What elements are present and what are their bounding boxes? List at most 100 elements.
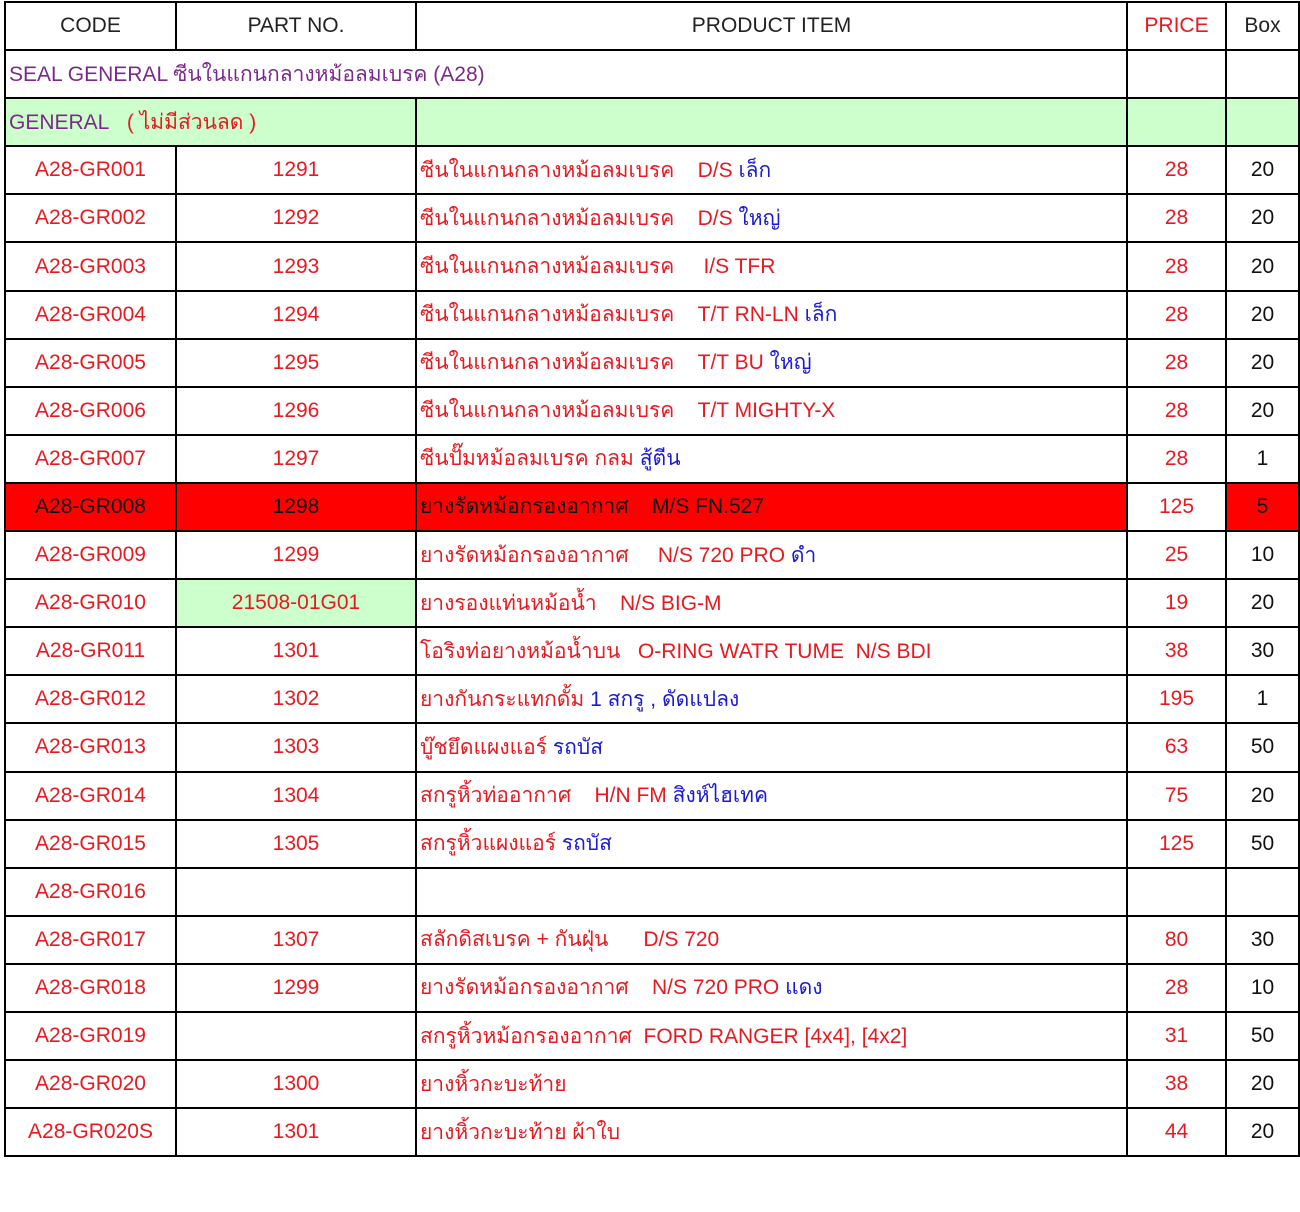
price-cell[interactable]: 28 — [1126, 145, 1227, 196]
part-no-cell[interactable]: 1296 — [175, 385, 417, 436]
box-cell[interactable]: 20 — [1225, 193, 1300, 244]
part-no-cell[interactable]: 1295 — [175, 337, 417, 388]
code-cell[interactable]: A28-GR005 — [4, 337, 177, 388]
price-cell[interactable]: 38 — [1126, 1059, 1227, 1110]
box-cell[interactable]: 10 — [1225, 530, 1300, 581]
title-box-cell[interactable] — [1225, 49, 1300, 100]
code-cell[interactable]: A28-GR008 — [4, 481, 177, 533]
product-item-cell[interactable]: ยางกันกระแทกดั้ม 1 สกรู , ดัดแปลง — [415, 674, 1128, 725]
section-box-cell[interactable] — [1225, 97, 1300, 148]
box-cell[interactable]: 20 — [1225, 289, 1300, 340]
box-cell[interactable]: 20 — [1225, 241, 1300, 292]
box-cell[interactable]: 10 — [1225, 962, 1300, 1013]
code-cell[interactable]: A28-GR001 — [4, 145, 177, 196]
price-cell[interactable]: 75 — [1126, 770, 1227, 821]
section-cell[interactable]: GENERAL ( ไม่มีส่วนลด ) — [4, 97, 417, 148]
code-cell[interactable]: A28-GR006 — [4, 385, 177, 436]
part-no-cell[interactable]: 1303 — [175, 722, 417, 773]
price-cell[interactable]: 28 — [1126, 289, 1227, 340]
price-cell[interactable]: 28 — [1126, 962, 1227, 1013]
product-item-cell[interactable]: ยางรัดหม้อกรองอากาศ N/S 720 PRO ดำ — [415, 530, 1128, 581]
box-cell[interactable]: 20 — [1225, 770, 1300, 821]
product-item-cell[interactable]: สกรูหิ้วหม้อกรองอากาศ FORD RANGER [4x4],… — [415, 1010, 1128, 1062]
section-price-cell[interactable] — [1126, 97, 1227, 148]
product-item-cell[interactable]: ยางรองแท่นหม้อน้ำ N/S BIG-M — [415, 578, 1128, 629]
part-no-cell[interactable]: 1302 — [175, 674, 417, 725]
product-item-cell[interactable]: ยางหิ้วกะบะท้าย ผ้าใบ — [415, 1107, 1128, 1158]
section-item-cell[interactable] — [415, 97, 1128, 148]
code-cell[interactable]: A28-GR013 — [4, 722, 177, 773]
product-item-cell[interactable]: ซีนในแกนกลางหม้อลมเบรค T/T RN-LN เล็ก — [415, 289, 1128, 340]
price-cell[interactable]: 28 — [1126, 193, 1227, 244]
product-item-cell[interactable]: สกรูหิ้วแผงแอร์ รถบัส — [415, 818, 1128, 869]
box-cell[interactable]: 50 — [1225, 1010, 1300, 1062]
product-item-cell[interactable]: ยางรัดหม้อกรองอากาศ M/S FN.527 — [415, 481, 1128, 533]
part-no-cell[interactable]: 1293 — [175, 241, 417, 292]
box-cell[interactable]: 1 — [1225, 674, 1300, 725]
code-cell[interactable]: A28-GR014 — [4, 770, 177, 821]
code-cell[interactable]: A28-GR017 — [4, 914, 177, 965]
code-cell[interactable]: A28-GR019 — [4, 1010, 177, 1062]
part-no-cell[interactable]: 1292 — [175, 193, 417, 244]
part-no-cell[interactable] — [175, 866, 417, 917]
part-no-cell[interactable]: 21508-01G01 — [175, 578, 417, 629]
box-cell[interactable]: 1 — [1225, 433, 1300, 484]
header-code[interactable]: CODE — [4, 0, 177, 52]
product-item-cell[interactable]: โอริงท่อยางหม้อน้ำบน O-RING WATR TUME N/… — [415, 626, 1128, 677]
title-price-cell[interactable] — [1126, 49, 1227, 100]
box-cell[interactable]: 5 — [1225, 481, 1300, 533]
product-item-cell[interactable]: ยางรัดหม้อกรองอากาศ N/S 720 PRO แดง — [415, 962, 1128, 1013]
code-cell[interactable]: A28-GR016 — [4, 866, 177, 917]
box-cell[interactable]: 30 — [1225, 914, 1300, 965]
header-product-item[interactable]: PRODUCT ITEM — [415, 0, 1128, 52]
part-no-cell[interactable] — [175, 1010, 417, 1062]
part-no-cell[interactable]: 1297 — [175, 433, 417, 484]
box-cell[interactable]: 20 — [1225, 337, 1300, 388]
code-cell[interactable]: A28-GR009 — [4, 530, 177, 581]
box-cell[interactable]: 50 — [1225, 818, 1300, 869]
price-cell[interactable]: 195 — [1126, 674, 1227, 725]
product-item-cell[interactable]: ซีนในแกนกลางหม้อลมเบรค T/T MIGHTY-X — [415, 385, 1128, 436]
box-cell[interactable]: 50 — [1225, 722, 1300, 773]
product-item-cell[interactable]: ซีนในแกนกลางหม้อลมเบรค T/T BU ใหญ่ — [415, 337, 1128, 388]
product-item-cell[interactable] — [415, 866, 1128, 917]
price-cell[interactable]: 125 — [1126, 481, 1227, 533]
code-cell[interactable]: A28-GR002 — [4, 193, 177, 244]
price-cell[interactable]: 125 — [1126, 818, 1227, 869]
part-no-cell[interactable]: 1294 — [175, 289, 417, 340]
part-no-cell[interactable]: 1301 — [175, 626, 417, 677]
price-cell[interactable]: 28 — [1126, 241, 1227, 292]
category-title[interactable]: SEAL GENERAL ซีนในแกนกลางหม้อลมเบรค (A28… — [4, 49, 1128, 100]
box-cell[interactable] — [1225, 866, 1300, 917]
code-cell[interactable]: A28-GR020 — [4, 1059, 177, 1110]
price-cell[interactable]: 63 — [1126, 722, 1227, 773]
code-cell[interactable]: A28-GR004 — [4, 289, 177, 340]
product-item-cell[interactable]: ซีนปั๊มหม้อลมเบรค กลม สู้ตีน — [415, 433, 1128, 484]
part-no-cell[interactable]: 1298 — [175, 481, 417, 533]
part-no-cell[interactable]: 1300 — [175, 1059, 417, 1110]
price-cell[interactable]: 80 — [1126, 914, 1227, 965]
code-cell[interactable]: A28-GR018 — [4, 962, 177, 1013]
box-cell[interactable]: 20 — [1225, 385, 1300, 436]
header-price[interactable]: PRICE — [1126, 0, 1227, 52]
price-cell[interactable]: 38 — [1126, 626, 1227, 677]
header-part-no[interactable]: PART NO. — [175, 0, 417, 52]
price-cell[interactable]: 28 — [1126, 337, 1227, 388]
box-cell[interactable]: 30 — [1225, 626, 1300, 677]
product-item-cell[interactable]: ซีนในแกนกลางหม้อลมเบรค D/S ใหญ่ — [415, 193, 1128, 244]
price-cell[interactable]: 25 — [1126, 530, 1227, 581]
price-cell[interactable]: 44 — [1126, 1107, 1227, 1158]
box-cell[interactable]: 20 — [1225, 1059, 1300, 1110]
code-cell[interactable]: A28-GR007 — [4, 433, 177, 484]
product-item-cell[interactable]: สกรูหิ้วท่ออากาศ H/N FM สิงห์ไฮเทค — [415, 770, 1128, 821]
part-no-cell[interactable]: 1305 — [175, 818, 417, 869]
part-no-cell[interactable]: 1301 — [175, 1107, 417, 1158]
price-cell[interactable]: 28 — [1126, 433, 1227, 484]
code-cell[interactable]: A28-GR020S — [4, 1107, 177, 1158]
code-cell[interactable]: A28-GR011 — [4, 626, 177, 677]
header-box[interactable]: Box — [1225, 0, 1300, 52]
part-no-cell[interactable]: 1299 — [175, 962, 417, 1013]
product-item-cell[interactable]: ซีนในแกนกลางหม้อลมเบรค I/S TFR — [415, 241, 1128, 292]
part-no-cell[interactable]: 1291 — [175, 145, 417, 196]
part-no-cell[interactable]: 1304 — [175, 770, 417, 821]
